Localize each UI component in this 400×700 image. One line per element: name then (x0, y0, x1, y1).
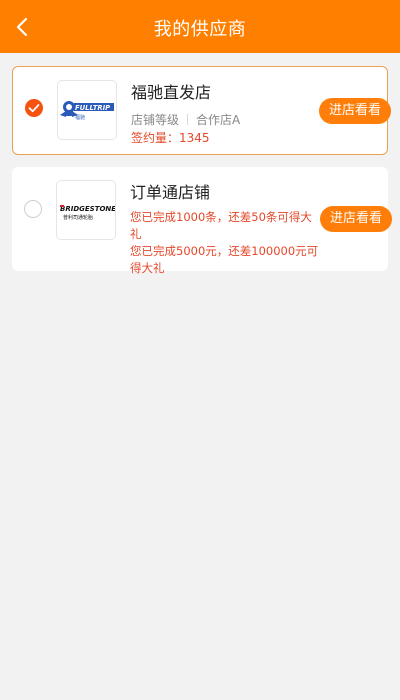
contract-volume: 签约量：1345 (131, 129, 210, 146)
promo-progress-text: 您已完成1000条，还差50条可得大礼 您已完成5000元，还差100000元可… (130, 209, 320, 277)
contract-label: 签约量： (131, 131, 180, 145)
store-level-label: 店铺等级 (131, 113, 180, 127)
promo-line: 您已完成1000条，还差50条可得大礼 (130, 210, 312, 241)
checkmark-icon (28, 104, 40, 113)
contract-value: 1345 (179, 131, 210, 145)
page-title: 我的供应商 (153, 19, 247, 40)
supplier-card[interactable]: BRIDGESTONE 普利司通轮胎 订单通店铺 您已完成1000条，还差50条… (12, 167, 392, 275)
bridgestone-logo: BRIDGESTONE 普利司通轮胎 (60, 205, 115, 221)
visit-store-button[interactable]: 进店看看 (319, 98, 391, 124)
store-name: 订单通店铺 (130, 183, 211, 202)
logo-wordmark: BRIDGESTONE (60, 205, 115, 213)
store-level-row: 店铺等级 合作店A (131, 111, 240, 128)
fulltrip-logo: FULLTRIP 福驰 (60, 101, 114, 121)
store-logo: FULLTRIP 福驰 (57, 80, 117, 140)
store-level-value: 合作店A (196, 113, 241, 127)
promo-line: 您已完成5000元，还差100000元可得大礼 (130, 244, 319, 275)
visit-store-button[interactable]: 进店看看 (320, 206, 392, 232)
logo-wordmark: FULLTRIP (75, 104, 110, 112)
store-name: 福驰直发店 (131, 83, 212, 102)
supplier-radio-checked[interactable] (25, 99, 43, 117)
supplier-card[interactable]: FULLTRIP 福驰 福驰直发店 店铺等级 合作店A 签约量：1345 进店看… (12, 66, 391, 155)
app-header: 我的供应商 (0, 0, 400, 53)
supplier-radio-unchecked[interactable] (24, 200, 42, 218)
store-logo: BRIDGESTONE 普利司通轮胎 (56, 180, 116, 240)
divider (187, 114, 189, 125)
logo-subtext: 福驰 (75, 114, 85, 121)
logo-subtext: 普利司通轮胎 (63, 214, 93, 221)
